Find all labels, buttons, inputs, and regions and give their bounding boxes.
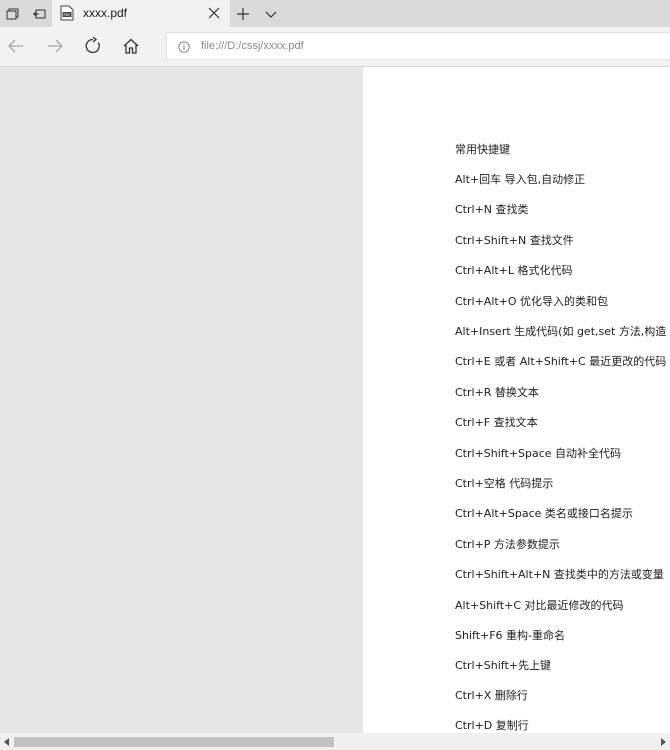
doc-line: Alt+回车 导入包,自动修正 [455,173,586,186]
address-bar[interactable]: file:///D:/cssj/xxxx.pdf [166,32,670,60]
tab-list-button[interactable] [258,0,284,27]
tab-bar: PDF xxxx.pdf [0,0,670,27]
svg-text:PDF: PDF [63,13,70,17]
scroll-left-button[interactable] [0,733,14,750]
doc-line: Ctrl+P 方法参数提示 [455,538,560,551]
scroll-right-button[interactable] [656,733,670,750]
plus-icon [237,7,249,20]
doc-line: Ctrl+X 删除行 [455,689,528,702]
tab-preview-icon [33,9,46,18]
doc-line: Ctrl+Alt+L 格式化代码 [455,264,573,277]
refresh-icon [85,37,100,54]
navigation-bar: file:///D:/cssj/xxxx.pdf [0,27,670,67]
pdf-file-icon: PDF [60,5,74,21]
doc-line: Ctrl+E 或者 Alt+Shift+C 最近更改的代码 [455,355,667,368]
doc-line: Ctrl+F 查找文本 [455,416,538,429]
arrow-right-icon [48,39,63,53]
doc-line: Ctrl+空格 代码提示 [455,477,554,490]
show-tabs-aside-button[interactable] [26,0,52,27]
doc-line: Ctrl+Shift+先上键 [455,659,552,672]
caret-left-icon [4,737,9,746]
doc-line: Ctrl+Alt+O 优化导入的类和包 [455,295,609,308]
chevron-down-icon [265,11,277,18]
doc-heading: 常用快捷键 [455,143,510,156]
pdf-page: 常用快捷键 Alt+回车 导入包,自动修正 Ctrl+N 查找类 Ctrl+Sh… [363,67,670,733]
doc-line: Ctrl+R 替换文本 [455,386,539,399]
horizontal-scrollbar[interactable] [0,733,670,750]
doc-line: Alt+Shift+C 对比最近修改的代码 [455,599,624,612]
close-icon[interactable] [207,6,221,20]
tab-active[interactable]: PDF xxxx.pdf [52,0,230,27]
home-button[interactable] [118,33,144,59]
doc-line: Ctrl+N 查找类 [455,203,529,216]
arrow-left-icon [8,39,23,53]
doc-line: Alt+Insert 生成代码(如 get,set 方法,构造 [455,325,667,338]
caret-right-icon [661,737,666,746]
refresh-button[interactable] [80,33,106,59]
tab-title: xxxx.pdf [83,6,128,20]
home-icon [123,38,139,54]
info-icon[interactable] [178,41,190,53]
doc-line: Ctrl+Shift+Space 自动补全代码 [455,447,622,460]
set-tabs-aside-button[interactable] [0,0,26,27]
address-url[interactable]: file:///D:/cssj/xxxx.pdf [201,40,304,52]
back-button[interactable] [3,33,29,59]
scrollbar-thumb[interactable] [14,737,334,747]
doc-line: Ctrl+Shift+N 查找文件 [455,234,574,247]
pdf-viewer[interactable]: 常用快捷键 Alt+回车 导入包,自动修正 Ctrl+N 查找类 Ctrl+Sh… [0,67,670,733]
doc-line: Ctrl+Shift+Alt+N 查找类中的方法或变量 [455,568,664,581]
doc-line: Ctrl+Alt+Space 类名或接口名提示 [455,507,633,520]
doc-line: Ctrl+D 复制行 [455,719,529,732]
tabs-aside-icon [6,8,19,19]
doc-line: Shift+F6 重构-重命名 [455,629,566,642]
forward-button[interactable] [42,33,68,59]
new-tab-button[interactable] [230,0,256,27]
